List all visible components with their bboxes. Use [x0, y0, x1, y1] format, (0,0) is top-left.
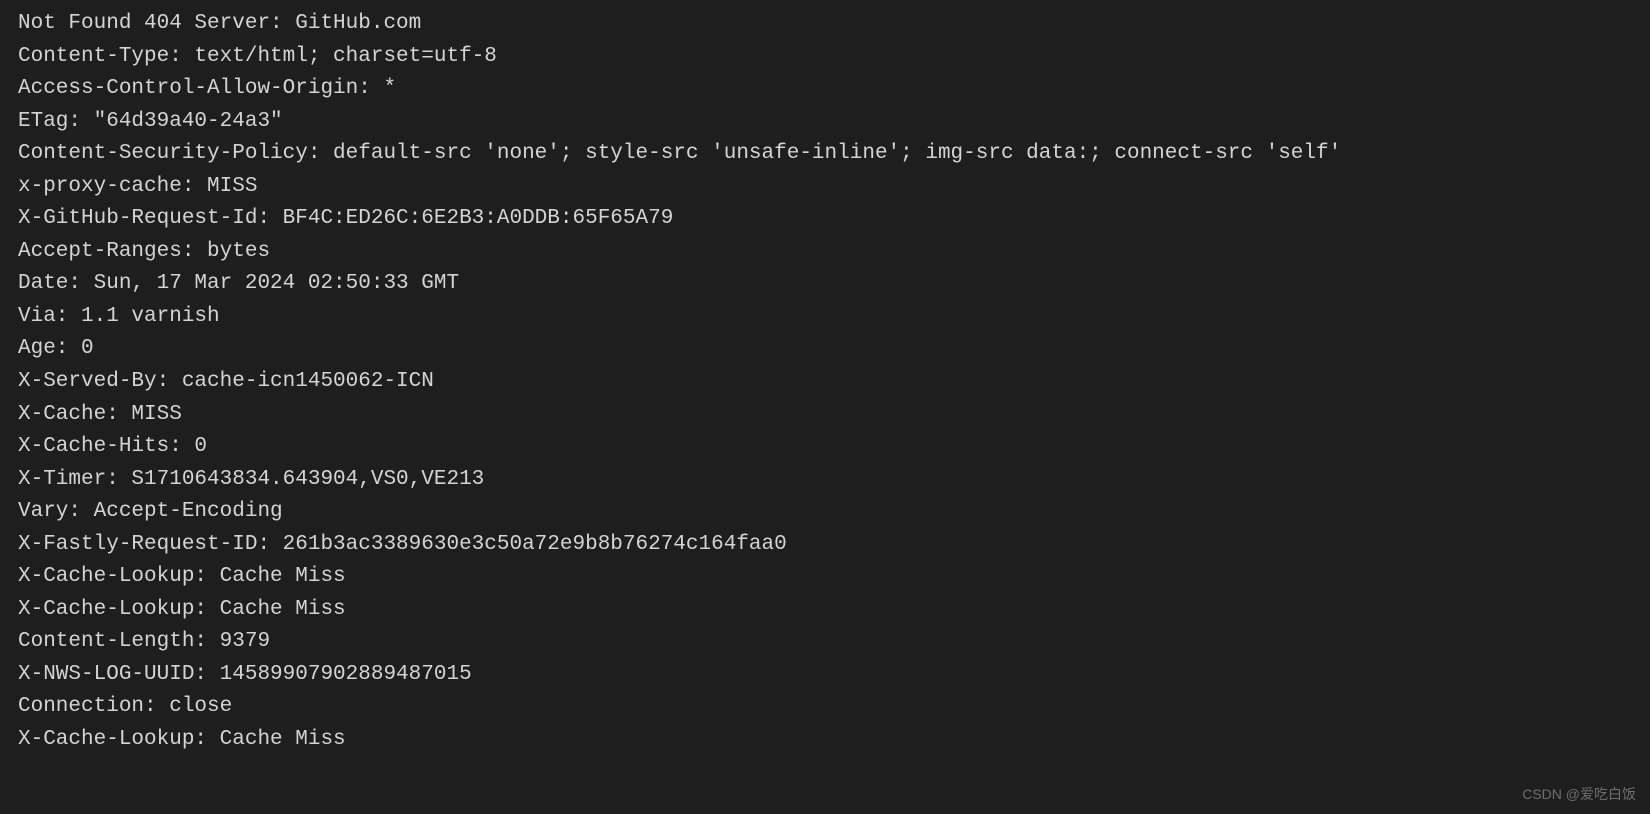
terminal-line: X-Cache-Lookup: Cache Miss	[18, 594, 1632, 627]
terminal-output: Not Found 404 Server: GitHub.comContent-…	[18, 8, 1632, 757]
terminal-line: Connection: close	[18, 691, 1632, 724]
terminal-line: Age: 0	[18, 333, 1632, 366]
terminal-line: Access-Control-Allow-Origin: *	[18, 73, 1632, 106]
terminal-line: Accept-Ranges: bytes	[18, 236, 1632, 269]
terminal-line: Content-Length: 9379	[18, 626, 1632, 659]
terminal-line: X-Cache: MISS	[18, 399, 1632, 432]
terminal-line: ETag: "64d39a40-24a3"	[18, 106, 1632, 139]
terminal-line: Content-Type: text/html; charset=utf-8	[18, 41, 1632, 74]
terminal-line: X-Cache-Lookup: Cache Miss	[18, 724, 1632, 757]
terminal-line: X-GitHub-Request-Id: BF4C:ED26C:6E2B3:A0…	[18, 203, 1632, 236]
terminal-line: X-NWS-LOG-UUID: 14589907902889487015	[18, 659, 1632, 692]
terminal-line: Vary: Accept-Encoding	[18, 496, 1632, 529]
terminal-line: X-Timer: S1710643834.643904,VS0,VE213	[18, 464, 1632, 497]
watermark: CSDN @爱吃白饭	[1522, 784, 1636, 806]
terminal-line: Via: 1.1 varnish	[18, 301, 1632, 334]
terminal-line: Date: Sun, 17 Mar 2024 02:50:33 GMT	[18, 268, 1632, 301]
terminal-line: X-Cache-Lookup: Cache Miss	[18, 561, 1632, 594]
terminal-line: X-Served-By: cache-icn1450062-ICN	[18, 366, 1632, 399]
terminal-line: x-proxy-cache: MISS	[18, 171, 1632, 204]
terminal-line: Not Found 404 Server: GitHub.com	[18, 8, 1632, 41]
terminal-line: Content-Security-Policy: default-src 'no…	[18, 138, 1632, 171]
terminal-line: X-Fastly-Request-ID: 261b3ac3389630e3c50…	[18, 529, 1632, 562]
terminal-line: X-Cache-Hits: 0	[18, 431, 1632, 464]
